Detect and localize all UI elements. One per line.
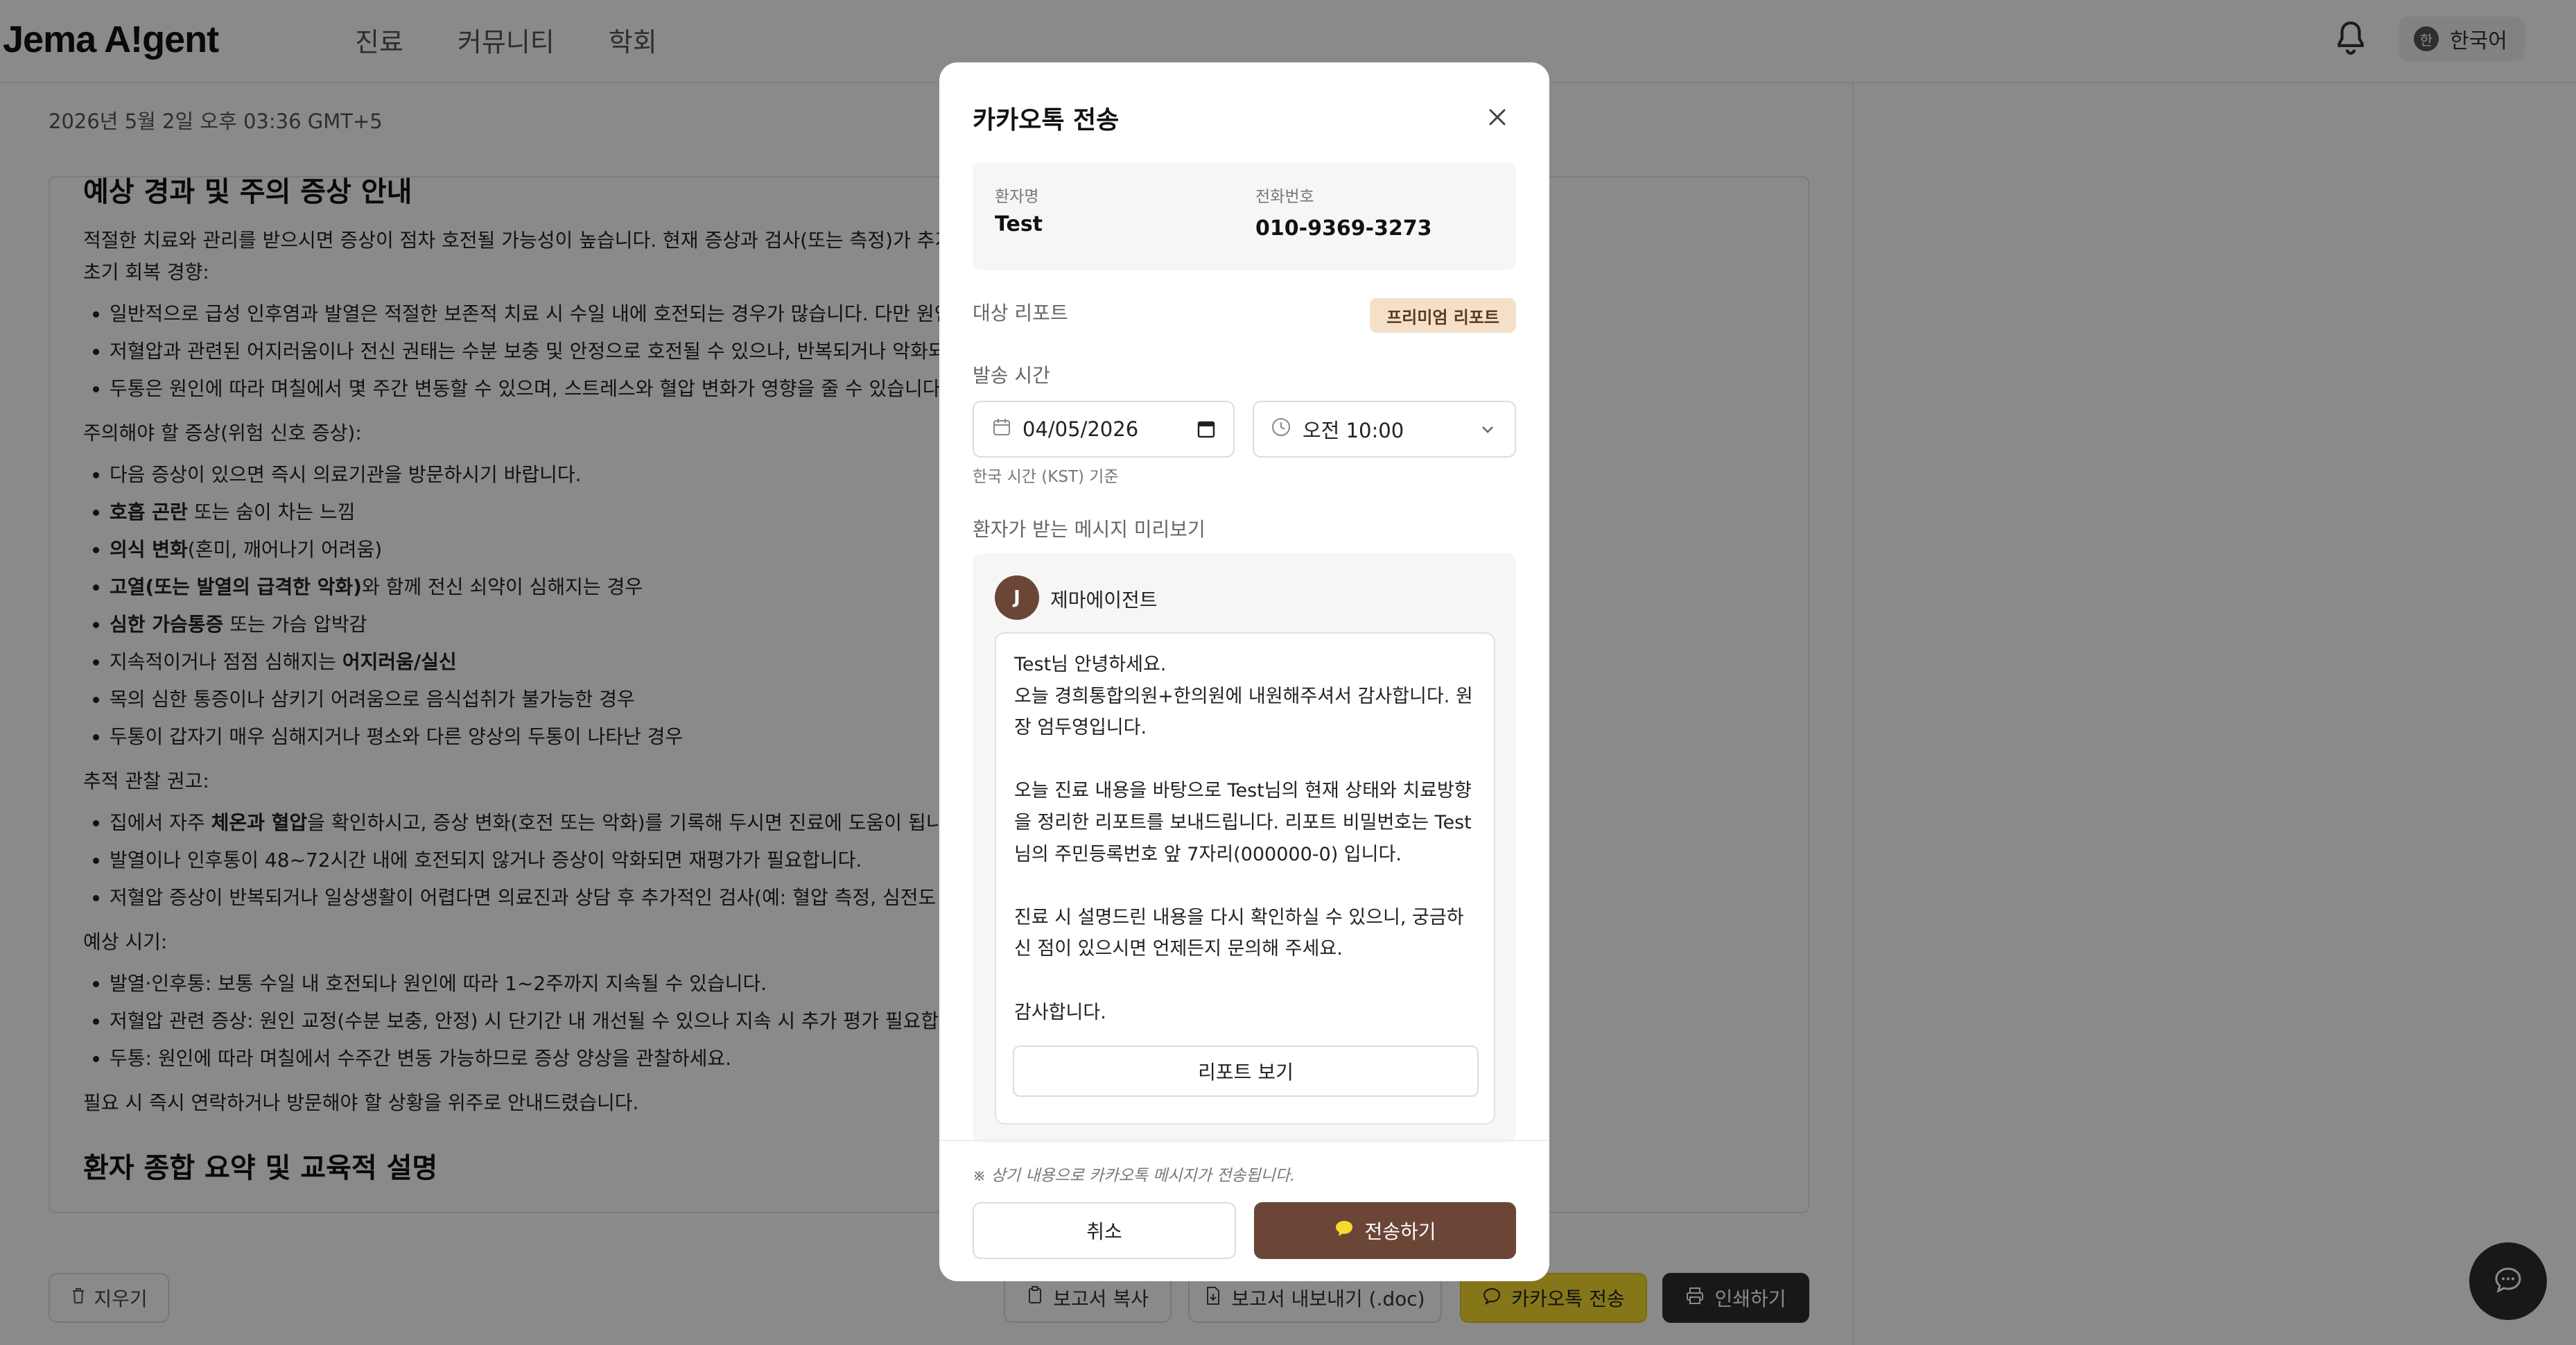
send-time-label: 발송 시간 [973,364,1050,387]
target-report-label: 대상 리포트 [973,302,1068,324]
patient-info-card: 환자명 Test 전화번호 010-9369-3273 [973,162,1516,270]
kakao-chat-icon [1334,1219,1355,1243]
date-value: 04/05/2026 [1022,417,1139,441]
phone-number: 010-9369-3273 [1255,216,1432,241]
dialog-title: 카카오톡 전송 [973,106,1120,134]
cancel-button[interactable]: 취소 [973,1202,1236,1259]
message-bubble: Test님 안녕하세요. 오늘 경희통합의원+한의원에 내원해주셔서 감사합니다… [995,632,1495,1125]
message-text: Test님 안녕하세요. 오늘 경희통합의원+한의원에 내원해주셔서 감사합니다… [1014,654,1473,1023]
calendar-picker-icon[interactable] [1196,419,1217,444]
send-date-input[interactable]: 04/05/2026 [973,401,1235,458]
target-report-row: 대상 리포트 프리미엄 리포트 [973,298,1516,336]
calendar-icon [992,417,1011,442]
patient-name: Test [995,212,1043,236]
clock-icon [1271,417,1291,442]
patient-name-label: 환자명 [995,188,1039,206]
send-time-select[interactable]: 오전 10:00 [1253,401,1516,458]
send-button[interactable]: 전송하기 [1254,1202,1516,1259]
footer-divider [939,1140,1549,1141]
time-value: 오전 10:00 [1303,419,1404,442]
timezone-note: 한국 시간 (KST) 기준 [973,468,1119,486]
sender-name: 제마에이전트 [1050,589,1158,611]
avatar: J [995,575,1039,620]
send-label: 전송하기 [1364,1220,1436,1243]
premium-report-badge: 프리미엄 리포트 [1370,298,1516,333]
phone-label: 전화번호 [1255,188,1314,206]
message-preview[interactable]: J 제마에이전트 Test님 안녕하세요. 오늘 경희통합의원+한의원에 내원해… [973,553,1516,1143]
close-icon[interactable] [1480,100,1515,134]
chevron-down-icon [1479,420,1497,444]
view-report-button[interactable]: 리포트 보기 [1013,1045,1479,1097]
kakao-send-dialog: 카카오톡 전송 환자명 Test 전화번호 010-9369-3273 대상 리… [939,62,1549,1281]
preview-label: 환자가 받는 메시지 미리보기 [973,518,1206,541]
footer-note: ※ 상기 내용으로 카카오톡 메시지가 전송됩니다. [973,1167,1296,1185]
